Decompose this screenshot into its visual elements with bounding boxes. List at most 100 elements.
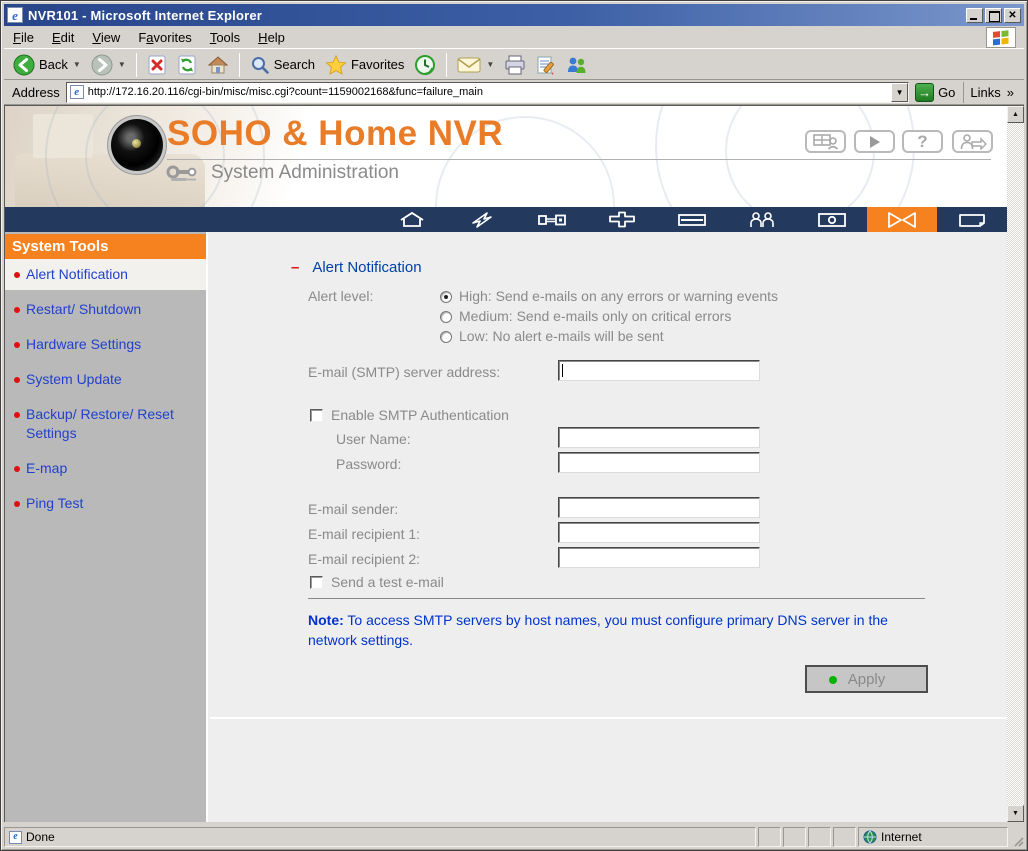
links-chevron-icon: » [1006,84,1014,100]
address-dropdown-icon[interactable]: ▼ [891,82,909,102]
sidebar-item-system-update[interactable]: System Update [5,364,206,395]
email-recipient1-input[interactable] [558,522,760,543]
playback-button[interactable] [854,130,895,153]
radio-medium[interactable] [440,311,452,323]
main-nav-bar [5,207,1007,232]
sidebar-item-ping-test[interactable]: Ping Test [5,488,206,519]
status-message-pane: e Done [4,827,756,847]
smtp-server-input[interactable] [558,360,760,381]
title-bar[interactable]: e NVR101 - Microsoft Internet Explorer ✕ [4,4,1024,26]
scroll-down-icon[interactable]: ▼ [1007,805,1024,822]
edit-button[interactable] [531,53,561,77]
nav-camera-settings-icon[interactable] [797,207,867,232]
address-url: http://172.16.20.116/cgi-bin/misc/misc.c… [87,86,483,98]
menu-bar: File Edit View Favorites Tools Help [4,26,1024,49]
send-test-email-checkbox[interactable]: Send a test e-mail [310,574,444,590]
alert-level-low-option[interactable]: Low: No alert e-mails will be sent [440,328,664,344]
email-sender-input[interactable] [558,497,760,518]
document-icon: e [9,830,22,844]
nav-device-settings-icon[interactable] [657,207,727,232]
refresh-icon [177,55,197,75]
page-heading: – Alert Notification [291,259,422,276]
forward-dropdown-icon[interactable]: ▼ [118,60,126,69]
nav-quick-setup-icon[interactable] [447,207,517,232]
messenger-icon [566,55,588,75]
ie-app-icon: e [7,7,23,23]
nav-home-icon[interactable] [377,207,447,232]
help-button[interactable]: ? [902,130,943,153]
menu-edit[interactable]: Edit [43,27,83,48]
resize-grip[interactable] [1010,827,1024,847]
alert-level-high-option[interactable]: High: Send e-mails on any errors or warn… [440,288,778,304]
back-button[interactable]: Back ▼ [8,52,86,78]
smtp-server-label: E-mail (SMTP) server address: [308,364,501,380]
toolbar-separator [446,52,448,77]
mail-dropdown-icon[interactable]: ▼ [486,60,494,69]
email-recipient1-label: E-mail recipient 1: [308,526,421,542]
banner-divider [167,159,991,160]
mail-button[interactable]: ▼ [452,54,499,76]
print-button[interactable] [499,53,531,77]
toolbar: Back ▼ ▼ Search Favorites ▼ [4,50,1024,80]
sidebar-item-e-map[interactable]: E-map [5,453,206,484]
nav-system-tools-icon[interactable] [867,207,937,232]
email-recipient2-input[interactable] [558,547,760,568]
sidebar-item-restart-shutdown[interactable]: Restart/ Shutdown [5,294,206,325]
brand-title: SOHO & Home NVR [167,114,504,153]
toolbar-separator [238,52,240,77]
sidebar: System Tools Alert Notification Restart/… [5,232,208,822]
nav-user-management-icon[interactable] [727,207,797,232]
password-input[interactable] [558,452,760,473]
page-icon: e [69,85,84,99]
collapse-dash-icon[interactable]: – [291,259,299,276]
scroll-up-icon[interactable]: ▲ [1007,106,1024,123]
sidebar-item-backup-restore-reset[interactable]: Backup/ Restore/ Reset Settings [5,399,206,449]
address-input[interactable]: e http://172.16.20.116/cgi-bin/misc/misc… [65,81,910,103]
enable-smtp-auth-checkbox[interactable]: Enable SMTP Authentication [310,407,509,423]
username-input[interactable] [558,427,760,448]
menu-favorites[interactable]: Favorites [129,27,200,48]
close-button[interactable]: ✕ [1004,7,1021,23]
menu-help[interactable]: Help [249,27,294,48]
nav-system-settings-icon[interactable] [517,207,587,232]
history-button[interactable] [409,52,441,78]
favorites-button[interactable]: Favorites [320,53,409,77]
sidebar-item-alert-notification[interactable]: Alert Notification [5,259,206,290]
favorites-star-icon [325,54,347,75]
menu-file[interactable]: File [4,27,43,48]
nav-network-settings-icon[interactable] [587,207,657,232]
vertical-scrollbar[interactable]: ▲ ▼ [1007,106,1024,822]
menu-view[interactable]: View [83,27,129,48]
checkbox-send-test[interactable] [310,576,323,589]
zone-text: Internet [881,830,922,844]
monitor-page-button[interactable] [805,130,846,153]
sidebar-title: System Tools [5,234,206,259]
go-arrow-icon: → [915,82,935,102]
sidebar-item-hardware-settings[interactable]: Hardware Settings [5,329,206,360]
form-divider [308,598,925,599]
links-button[interactable]: Links » [963,81,1020,103]
status-bar: e Done Internet [4,825,1024,847]
password-label: Password: [336,456,402,472]
menu-tools[interactable]: Tools [201,27,249,48]
minimize-button[interactable] [966,7,983,23]
nav-logs-icon[interactable] [937,207,1007,232]
messenger-button[interactable] [561,53,593,77]
radio-low[interactable] [440,331,452,343]
home-button[interactable] [202,53,234,77]
apply-button[interactable]: Apply [805,665,928,693]
alert-level-medium-option[interactable]: Medium: Send e-mails only on critical er… [440,308,731,324]
status-pane [833,827,856,847]
radio-high[interactable] [440,291,452,303]
search-button[interactable]: Search [245,53,320,77]
logout-button[interactable] [952,130,993,153]
stop-button[interactable] [142,53,172,77]
maximize-button[interactable] [985,7,1002,23]
forward-button[interactable]: ▼ [86,52,131,78]
back-dropdown-icon[interactable]: ▼ [73,60,81,69]
checkbox-smtp-auth[interactable] [310,409,323,422]
forward-icon [91,54,113,76]
go-button[interactable]: → Go [909,82,961,102]
email-sender-label: E-mail sender: [308,501,399,517]
refresh-button[interactable] [172,53,202,77]
